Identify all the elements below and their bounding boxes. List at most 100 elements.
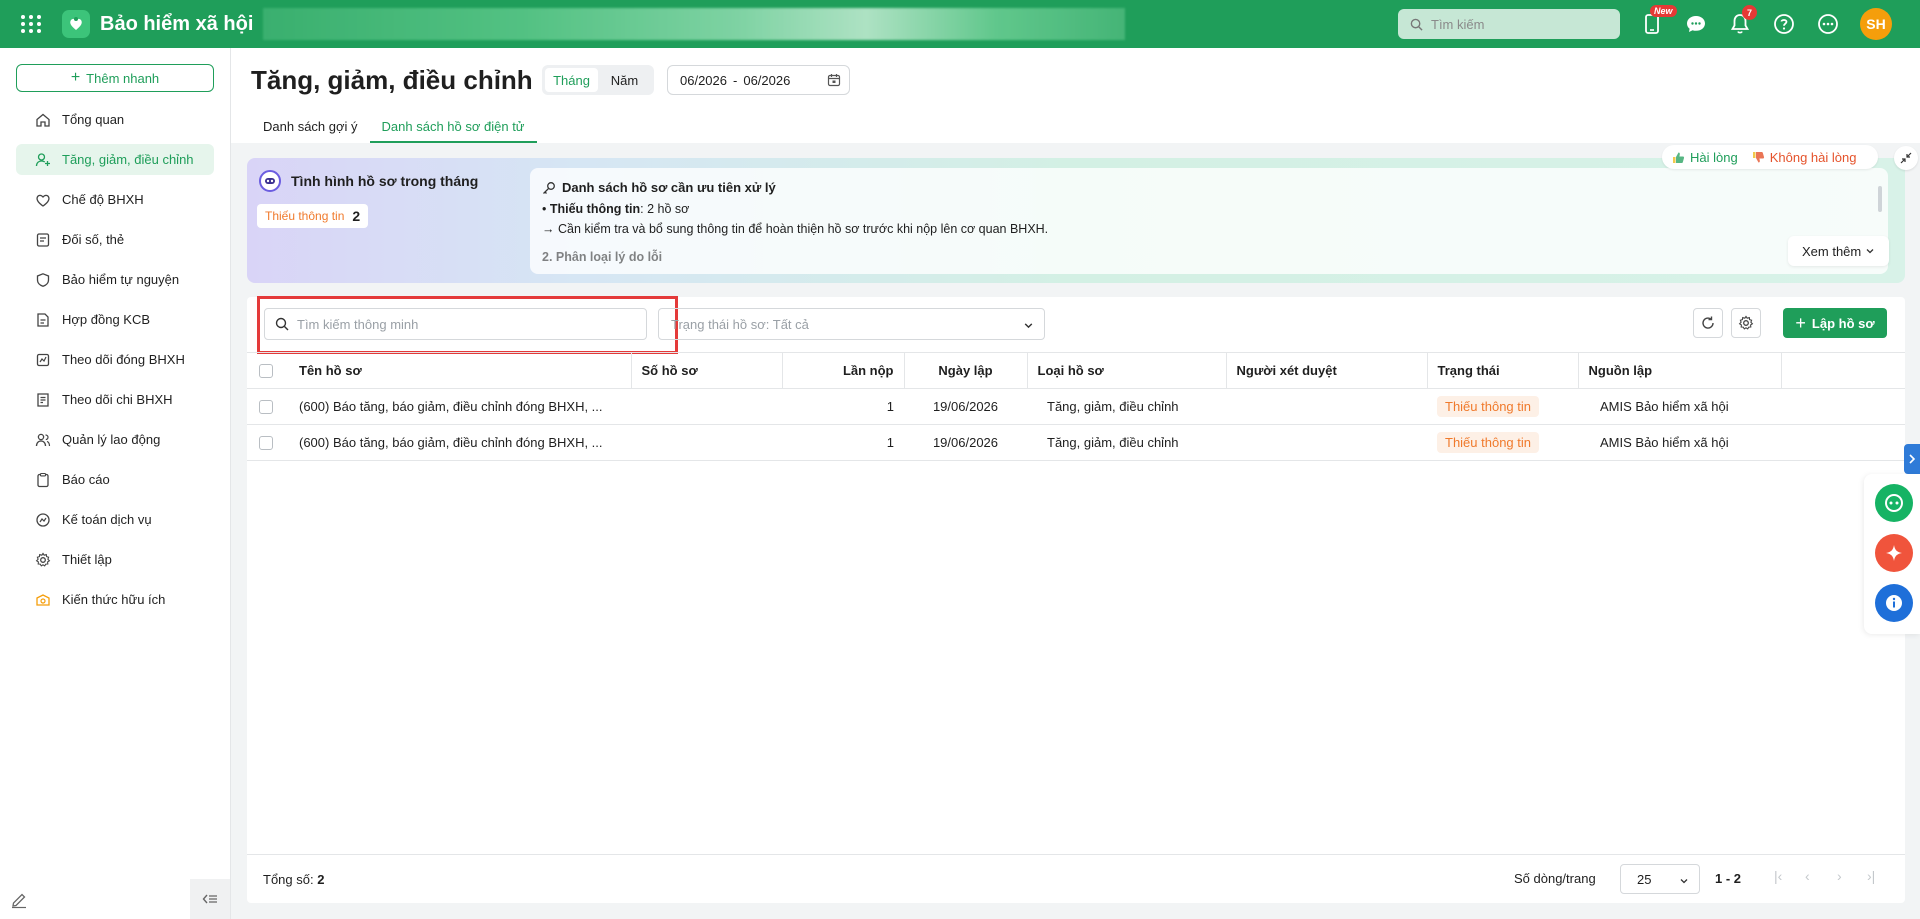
row-select-cell — [247, 388, 289, 425]
smart-search-box[interactable] — [264, 308, 647, 340]
sidebar-item-labor-management[interactable]: Quản lý lao động — [16, 424, 214, 455]
contract-icon — [34, 311, 52, 329]
cell-submissions: 1 — [782, 424, 904, 461]
chevron-down-icon — [1024, 323, 1033, 329]
dislike-label: Không hài lòng — [1769, 149, 1857, 165]
quick-add-button[interactable]: + Thêm nhanh — [16, 64, 214, 92]
column-header-submissions[interactable]: Lần nộp — [782, 352, 905, 389]
priority-list-title: Danh sách hồ sơ cần ưu tiên xử lý — [562, 180, 776, 195]
info-icon[interactable] — [1875, 584, 1913, 622]
chat-icon[interactable] — [1684, 12, 1708, 36]
notification-bell-icon[interactable]: 7 — [1728, 5, 1757, 36]
prev-page-icon[interactable]: ‹ — [1805, 868, 1810, 884]
sidebar-item-books-cards[interactable]: Đối số, thẻ — [16, 224, 214, 255]
sidebar-item-overview[interactable]: Tổng quan — [16, 104, 214, 135]
edit-icon[interactable] — [10, 891, 30, 911]
column-header-name[interactable]: Tên hồ sơ — [289, 352, 632, 389]
ai-sparkle-icon[interactable] — [1875, 534, 1913, 572]
refresh-button[interactable] — [1693, 308, 1723, 338]
cell-source: AMIS Bảo hiểm xã hội — [1578, 424, 1781, 461]
column-header-reviewer[interactable]: Người xét duyệt — [1226, 352, 1428, 389]
total-value: 2 — [317, 871, 325, 887]
missing-info-chip[interactable]: Thiếu thông tin 2 — [257, 204, 369, 228]
user-avatar[interactable]: SH — [1860, 8, 1892, 40]
row-checkbox[interactable] — [259, 436, 273, 451]
apps-grid-icon[interactable] — [20, 13, 42, 35]
cell-name[interactable]: (600) Báo tăng, báo giảm, điều chỉnh đón… — [289, 424, 631, 461]
column-header-date[interactable]: Ngày lập — [904, 352, 1028, 389]
collapse-left-icon — [202, 894, 217, 904]
column-header-status[interactable]: Trạng thái — [1427, 352, 1579, 389]
sidebar-item-payment-tracking[interactable]: Theo dõi đóng BHXH — [16, 344, 214, 375]
global-search-input[interactable]: Tìm kiếm — [1398, 9, 1620, 39]
column-header-filler — [1781, 352, 1905, 389]
sidebar-item-reports[interactable]: Báo cáo — [16, 464, 214, 495]
create-record-button[interactable]: + Lập hồ sơ — [1783, 308, 1887, 338]
priority-list-card: Danh sách hồ sơ cần ưu tiên xử lý • Thiế… — [530, 168, 1888, 274]
plus-icon: + — [70, 69, 81, 86]
sidebar-item-service-accounting[interactable]: Kế toán dịch vụ — [16, 504, 214, 535]
priority-scrollbar[interactable] — [1878, 186, 1882, 212]
collapse-panel-button[interactable] — [1894, 146, 1918, 170]
table-row[interactable]: (600) Báo tăng, báo giảm, điều chỉnh đón… — [247, 388, 1905, 425]
assistant-chat-icon[interactable] — [1875, 484, 1913, 522]
help-icon[interactable] — [1772, 12, 1796, 36]
sidebar-item-label: Tăng, giảm, điều chỉnh — [62, 152, 194, 167]
collapse-sidebar-button[interactable] — [190, 879, 230, 919]
app-title: Bảo hiểm xã hội — [100, 12, 254, 35]
sidebar: + Thêm nhanh Tổng quan Tăng, giảm, điều … — [0, 48, 231, 919]
last-page-icon[interactable]: ›| — [1867, 868, 1875, 884]
see-more-button[interactable]: Xem thêm — [1788, 236, 1890, 266]
column-header-source[interactable]: Nguồn lập — [1578, 352, 1782, 389]
floating-action-bar — [1864, 474, 1920, 634]
table-row[interactable]: (600) Báo tăng, báo giảm, điều chỉnh đón… — [247, 424, 1905, 461]
rows-per-page-select[interactable]: 25 — [1620, 864, 1700, 894]
priority-line-3: 2. Phân loại lý do lỗi — [542, 250, 663, 264]
rows-per-page-value: 25 — [1637, 871, 1652, 887]
date-range-picker[interactable]: 06/2026 - 06/2026 — [667, 65, 850, 95]
column-header-type[interactable]: Loại hồ sơ — [1027, 352, 1227, 389]
sidebar-item-voluntary-insurance[interactable]: Bảo hiểm tự nguyện — [16, 264, 214, 295]
sidebar-item-label: Quản lý lao động — [62, 432, 161, 447]
sidebar-nav: Tổng quan Tăng, giảm, điều chỉnh Chế độ … — [0, 104, 230, 615]
smart-search-input[interactable] — [297, 316, 627, 332]
status-filter-select[interactable]: Trạng thái hồ sơ: Tất cả — [658, 308, 1045, 340]
user-add-icon — [34, 151, 52, 169]
cell-name[interactable]: (600) Báo tăng, báo giảm, điều chỉnh đón… — [289, 388, 631, 425]
next-page-icon[interactable]: › — [1837, 868, 1842, 884]
ai-summary-title-text: Tình hình hồ sơ trong tháng — [291, 173, 479, 189]
new-badge: New — [1650, 5, 1677, 17]
cell-date: 19/06/2026 — [904, 424, 1027, 461]
cell-status: Thiếu thông tin — [1427, 424, 1578, 461]
tracking-icon — [34, 351, 52, 369]
sidebar-item-expense-tracking[interactable]: Theo dõi chi BHXH — [16, 384, 214, 415]
period-year-option[interactable]: Năm — [598, 68, 651, 92]
heart-icon — [34, 191, 52, 209]
dislike-button[interactable]: Không hài lòng — [1752, 149, 1857, 165]
like-label: Hài lòng — [1690, 149, 1738, 165]
sidebar-item-social-insurance-regime[interactable]: Chế độ BHXH — [16, 184, 214, 215]
refresh-icon — [1702, 316, 1714, 329]
first-page-icon[interactable]: |‹ — [1774, 868, 1782, 884]
period-month-option[interactable]: Tháng — [545, 68, 598, 92]
more-options-icon[interactable] — [1816, 12, 1840, 36]
mobile-app-icon[interactable]: New — [1640, 5, 1677, 36]
sidebar-item-settings[interactable]: Thiết lập — [16, 544, 214, 575]
tab-suggested-list[interactable]: Danh sách gợi ý — [251, 110, 370, 143]
status-filter-value: Trạng thái hồ sơ: Tất cả — [671, 316, 809, 332]
row-checkbox[interactable] — [259, 400, 273, 415]
see-more-label: Xem thêm — [1802, 243, 1862, 259]
quick-add-label: Thêm nhanh — [86, 70, 160, 86]
table-settings-button[interactable] — [1731, 308, 1761, 338]
sidebar-item-knowledge[interactable]: Kiến thức hữu ích — [16, 584, 214, 615]
like-button[interactable]: Hài lòng — [1672, 150, 1738, 165]
column-header-number[interactable]: Số hồ sơ — [631, 352, 783, 389]
sidebar-item-label: Báo cáo — [62, 472, 110, 487]
tab-electronic-records[interactable]: Danh sách hồ sơ điện tử — [369, 110, 537, 143]
gear-icon — [1738, 315, 1754, 330]
expand-right-panel-button[interactable] — [1904, 444, 1920, 474]
sidebar-item-kcb-contract[interactable]: Hợp đồng KCB — [16, 304, 214, 335]
select-all-checkbox[interactable] — [259, 364, 273, 379]
sidebar-item-increase-decrease[interactable]: Tăng, giảm, điều chỉnh — [16, 144, 214, 175]
key-icon — [543, 181, 555, 194]
